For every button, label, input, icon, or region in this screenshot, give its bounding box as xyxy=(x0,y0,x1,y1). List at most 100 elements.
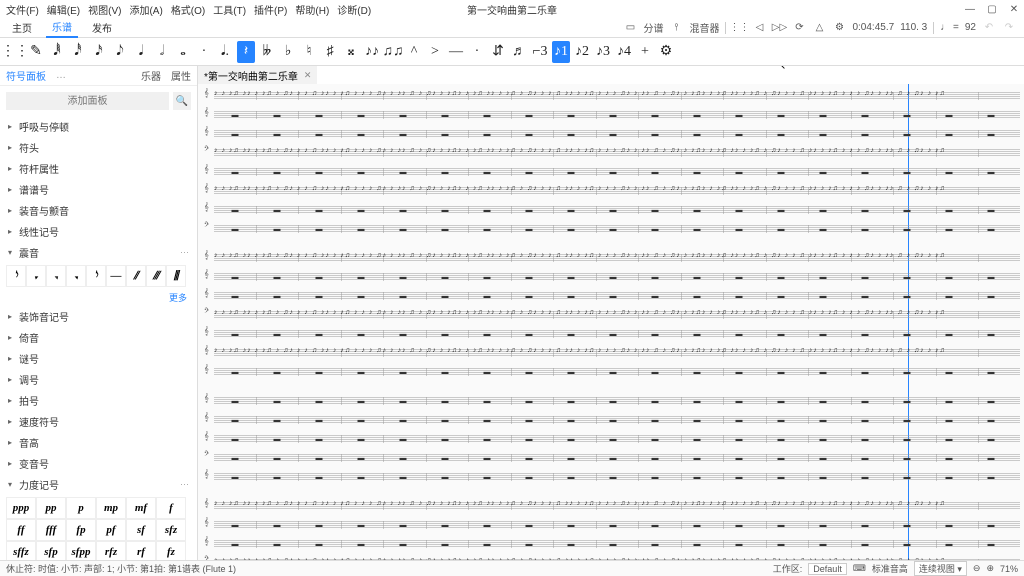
staff[interactable]: 𝄞▬▬▬▬▬▬▬▬▬▬▬▬▬▬▬▬▬▬▬ xyxy=(202,326,1020,344)
drag-icon[interactable]: ⋮⋮ xyxy=(6,41,24,63)
sidebar-tab-properties[interactable]: 属性 xyxy=(171,68,191,83)
tremolo-cell-8[interactable]: ⫼ xyxy=(166,265,186,287)
staff[interactable]: 𝄞♪ ♪ ♪♫ ♪♪ ♪ ♪♫ ♪ ♫♪ ♪ ♪ ♫ ♪♪ ♪ ♪♫ ♪ ♪ ♪… xyxy=(202,88,1020,106)
palette-item-a2[interactable]: ▸符杆属性 xyxy=(0,158,197,179)
workspace-select[interactable]: Default xyxy=(808,563,847,575)
staff[interactable]: 𝄞▬▬▬▬▬▬▬▬▬▬▬▬▬▬▬▬▬▬▬ xyxy=(202,107,1020,125)
dynamics-cell-1[interactable]: pp xyxy=(36,497,66,519)
metronome-icon[interactable]: △ xyxy=(812,21,826,35)
dynamics-cell-4[interactable]: mf xyxy=(126,497,156,519)
palette-item-b0[interactable]: ▸装饰音记号 xyxy=(0,306,197,327)
staff[interactable]: 𝄞▬▬▬▬▬▬▬▬▬▬▬▬▬▬▬▬▬▬▬ xyxy=(202,269,1020,287)
staff[interactable]: 𝄞▬▬▬▬▬▬▬▬▬▬▬▬▬▬▬▬▬▬▬ xyxy=(202,412,1020,430)
staff[interactable]: 𝄢▬▬▬▬▬▬▬▬▬▬▬▬▬▬▬▬▬▬▬ xyxy=(202,450,1020,468)
dynamics-cell-8[interactable]: fp xyxy=(66,519,96,541)
menu-help[interactable]: 帮助(H) xyxy=(295,2,329,17)
flip[interactable]: ⇵ xyxy=(489,41,507,63)
sharp[interactable]: ♯ xyxy=(321,41,339,63)
tempo-value[interactable]: 92 xyxy=(965,22,976,33)
menu-file[interactable]: 文件(F) xyxy=(6,2,39,17)
staff[interactable]: 𝄞▬▬▬▬▬▬▬▬▬▬▬▬▬▬▬▬▬▬▬ xyxy=(202,469,1020,487)
palette-item-b1[interactable]: ▸倚音 xyxy=(0,327,197,348)
dynamics-cell-5[interactable]: f xyxy=(156,497,186,519)
staff[interactable]: 𝄞♪ ♪ ♪♫ ♪♪ ♪ ♪♫ ♪ ♫♪ ♪ ♪ ♫ ♪♪ ♪ ♪♫ ♪ ♪ ♪… xyxy=(202,183,1020,201)
staff[interactable]: 𝄞▬▬▬▬▬▬▬▬▬▬▬▬▬▬▬▬▬▬▬ xyxy=(202,431,1020,449)
dynamics-cell-0[interactable]: ppp xyxy=(6,497,36,519)
palette-item-a3[interactable]: ▸谱谱号 xyxy=(0,179,197,200)
dotted-note[interactable]: 𝅘𝅥. xyxy=(216,41,234,63)
dynamics-cell-7[interactable]: fff xyxy=(36,519,66,541)
palette-item-b5[interactable]: ▸速度符号 xyxy=(0,411,197,432)
note-8[interactable]: 𝅘𝅥𝅮 xyxy=(111,41,129,63)
rest[interactable]: 𝄽 xyxy=(237,41,255,63)
palette-search-input[interactable] xyxy=(6,92,169,110)
dynamics-cell-16[interactable]: rf xyxy=(126,541,156,560)
menu-edit[interactable]: 编辑(E) xyxy=(47,2,80,17)
palette-item-dynamics[interactable]: ▾力度记号⋯ xyxy=(0,474,197,495)
sidebar-tab-more[interactable]: … xyxy=(56,70,66,81)
accent[interactable]: > xyxy=(426,41,444,63)
tremolo-cell-2[interactable]: 𝅐 xyxy=(46,265,66,287)
sidebar-tab-palettes[interactable]: 符号面板 xyxy=(6,68,46,83)
tenuto[interactable]: — xyxy=(447,41,465,63)
staff[interactable]: 𝄞▬▬▬▬▬▬▬▬▬▬▬▬▬▬▬▬▬▬▬ xyxy=(202,202,1020,220)
menu-plugins[interactable]: 插件(P) xyxy=(254,2,287,17)
concert-pitch-toggle[interactable]: 标准音高 xyxy=(872,562,908,575)
view-mode-select[interactable]: 连续视图 ▾ xyxy=(914,561,967,576)
window-minimize-icon[interactable]: — xyxy=(964,4,976,15)
dynamics-cell-12[interactable]: sffz xyxy=(6,541,36,560)
tremolo-cell-1[interactable]: 𝅏 xyxy=(26,265,46,287)
voice-2[interactable]: ♪2 xyxy=(573,41,591,63)
staff[interactable]: 𝄞♪ ♪ ♪♫ ♪♪ ♪ ♪♫ ♪ ♫♪ ♪ ♪ ♫ ♪♪ ♪ ♪♫ ♪ ♪ ♪… xyxy=(202,345,1020,363)
note-2[interactable]: 𝅗𝅥 xyxy=(153,41,171,63)
menu-view[interactable]: 视图(V) xyxy=(88,2,121,17)
staff[interactable]: 𝄞▬▬▬▬▬▬▬▬▬▬▬▬▬▬▬▬▬▬▬ xyxy=(202,536,1020,554)
voice-3[interactable]: ♪3 xyxy=(594,41,612,63)
staff[interactable]: 𝄞♪ ♪ ♪♫ ♪♪ ♪ ♪♫ ♪ ♫♪ ♪ ♪ ♫ ♪♪ ♪ ♪♫ ♪ ♪ ♪… xyxy=(202,498,1020,516)
zoom-in-icon[interactable]: ⊕ xyxy=(986,563,994,574)
double-sharp[interactable]: 𝄪 xyxy=(342,41,360,63)
dynamics-cell-10[interactable]: sf xyxy=(126,519,156,541)
voice-4[interactable]: ♪4 xyxy=(615,41,633,63)
tremolo-cell-4[interactable]: 𝅮 xyxy=(86,265,106,287)
menu-tools[interactable]: 工具(T) xyxy=(213,2,246,17)
flat[interactable]: ♭ xyxy=(279,41,297,63)
staff[interactable]: 𝄞▬▬▬▬▬▬▬▬▬▬▬▬▬▬▬▬▬▬▬ xyxy=(202,517,1020,535)
menu-format[interactable]: 格式(O) xyxy=(171,2,205,17)
double-flat[interactable]: 𝄫 xyxy=(258,41,276,63)
tab-home[interactable]: 主页 xyxy=(6,18,38,37)
parts-label[interactable]: 分谱 xyxy=(643,20,663,35)
tremolo-cell-6[interactable]: ⫽ xyxy=(126,265,146,287)
menu-diag[interactable]: 诊断(D) xyxy=(337,2,371,17)
score-canvas[interactable]: 𝄞♪ ♪ ♪♫ ♪♪ ♪ ♪♫ ♪ ♫♪ ♪ ♪ ♫ ♪♪ ♪ ♪♫ ♪ ♪ ♪… xyxy=(198,84,1024,560)
staff[interactable]: 𝄢♪ ♪ ♪♫ ♪♪ ♪ ♪♫ ♪ ♫♪ ♪ ♪ ♫ ♪♪ ♪ ♪♫ ♪ ♪ ♪… xyxy=(202,307,1020,325)
palette-handle-icon[interactable]: ⋯ xyxy=(180,479,189,490)
palette-handle-icon[interactable]: ⋯ xyxy=(180,247,189,258)
palette-item-b2[interactable]: ▸谜号 xyxy=(0,348,197,369)
palette-item-tremolo[interactable]: ▾震音⋯ xyxy=(0,242,197,263)
tremolo-cell-7[interactable]: ⫻ xyxy=(146,265,166,287)
staff[interactable]: 𝄞♪ ♪ ♪♫ ♪♪ ♪ ♪♫ ♪ ♫♪ ♪ ♪ ♫ ♪♪ ♪ ♪♫ ♪ ♪ ♪… xyxy=(202,250,1020,268)
palette-item-a5[interactable]: ▸线性记号 xyxy=(0,221,197,242)
staff[interactable]: 𝄞▬▬▬▬▬▬▬▬▬▬▬▬▬▬▬▬▬▬▬ xyxy=(202,364,1020,382)
tremolo-cell-3[interactable]: 𝅑 xyxy=(66,265,86,287)
tuplet[interactable]: ⌐3 xyxy=(531,41,549,63)
dynamics-cell-11[interactable]: sfz xyxy=(156,519,186,541)
dynamics-cell-13[interactable]: sfp xyxy=(36,541,66,560)
loop-icon[interactable]: ⟳ xyxy=(792,21,806,35)
natural[interactable]: ♮ xyxy=(300,41,318,63)
palette-item-b4[interactable]: ▸拍号 xyxy=(0,390,197,411)
redo-icon[interactable]: ↷ xyxy=(1002,21,1016,35)
zoom-out-icon[interactable]: ⊖ xyxy=(973,563,981,574)
staff[interactable]: 𝄞▬▬▬▬▬▬▬▬▬▬▬▬▬▬▬▬▬▬▬ xyxy=(202,393,1020,411)
sidebar-tab-instruments[interactable]: 乐器 xyxy=(141,68,161,83)
dot[interactable]: · xyxy=(195,41,213,63)
palette-item-b6[interactable]: ▸音高 xyxy=(0,432,197,453)
slur[interactable]: ♫♫ xyxy=(384,41,402,63)
dynamics-cell-14[interactable]: sfpp xyxy=(66,541,96,560)
note-32[interactable]: 𝅘𝅥𝅰 xyxy=(69,41,87,63)
play-icon[interactable]: ▷▷ xyxy=(772,21,786,35)
tie[interactable]: ♪♪ xyxy=(363,41,381,63)
document-tab[interactable]: *第一交响曲第二乐章 ✕ xyxy=(198,66,317,84)
tremolo-more[interactable]: 更多 xyxy=(0,289,197,306)
